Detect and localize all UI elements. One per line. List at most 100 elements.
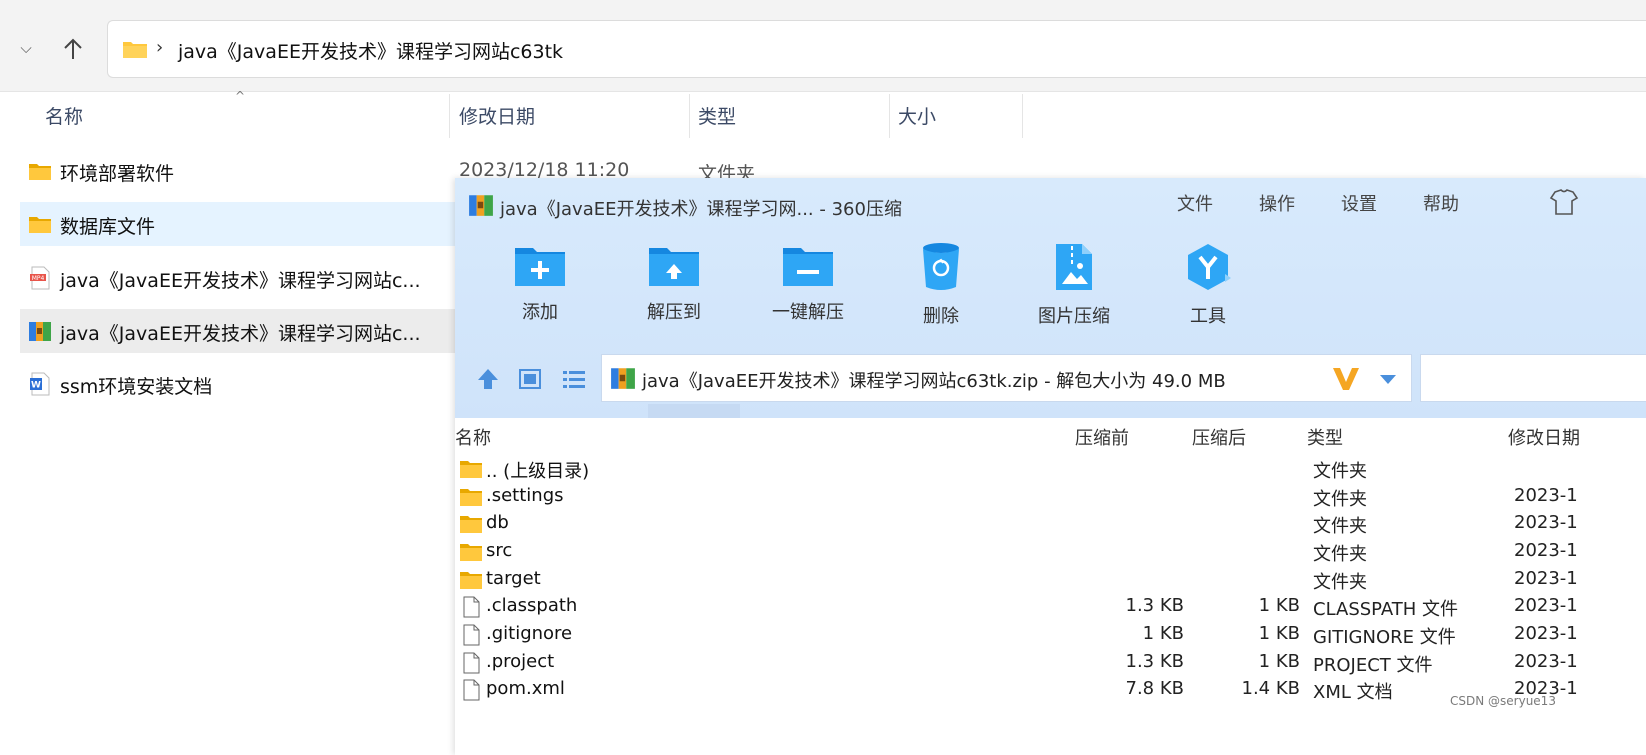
archive-entry-after: 1 KB (1258, 623, 1300, 644)
recycle-bin-icon (923, 243, 959, 290)
archive-entry-before: 1 KB (1142, 623, 1184, 644)
archive-row[interactable]: .classpath 1.3 KB 1 KB CLASSPATH 文件 2023… (455, 593, 1646, 621)
folder-icon (29, 217, 51, 233)
archive-entry-modified: 2023-1 (1514, 595, 1578, 616)
image-compress-icon (1056, 244, 1092, 290)
zip-archive-icon (29, 322, 51, 341)
menu-file[interactable]: 文件 (1177, 190, 1213, 216)
address-bar[interactable]: › java《JavaEE开发技术》课程学习网站c63tk (107, 20, 1646, 78)
archive-entry-modified: 2023-1 (1514, 485, 1578, 506)
svg-text:MP4: MP4 (32, 275, 45, 282)
file-icon (463, 624, 480, 646)
archive-row[interactable]: .. (上级目录) 文件夹 (455, 455, 1646, 483)
one-click-extract-button[interactable]: 一键解压 (753, 242, 863, 338)
column-header-size[interactable]: 大小 (898, 100, 936, 134)
file-list-item[interactable]: MP4 java《JavaEE开发技术》课程学习网站c... (20, 256, 455, 300)
zip-column-after[interactable]: 压缩后 (1192, 424, 1246, 450)
zip-column-before[interactable]: 压缩前 (1075, 424, 1129, 450)
archive-entry-type: 文件夹 (1313, 544, 1367, 565)
archive-entry-before: 1.3 KB (1125, 651, 1185, 672)
folder-icon (460, 572, 482, 589)
tools-label: 工具 (1190, 306, 1226, 327)
archive-entry-type: 文件夹 (1313, 461, 1367, 482)
archive-entry-modified: 2023-1 (1514, 540, 1578, 561)
file-icon (463, 652, 480, 674)
column-header-modified[interactable]: 修改日期 (459, 100, 535, 134)
quick-extract-folder-icon (783, 248, 833, 286)
folder-icon (29, 164, 51, 180)
tools-button[interactable]: 工具 (1153, 242, 1263, 338)
archive-entry-name: .project (486, 651, 555, 672)
column-divider[interactable] (889, 94, 890, 138)
extract-to-button[interactable]: 解压到 (619, 242, 729, 338)
column-divider[interactable] (1022, 94, 1023, 138)
zip-archive-icon (611, 368, 635, 389)
folder-icon (123, 42, 147, 58)
tools-hexagon-icon (1188, 244, 1231, 290)
vip-v-icon[interactable] (1330, 365, 1362, 393)
tab-indicator (648, 404, 740, 418)
archive-entry-modified: 2023-1 (1514, 512, 1578, 533)
archive-entry-after: 1 KB (1258, 651, 1300, 672)
zip-column-modified[interactable]: 修改日期 (1508, 424, 1580, 450)
folder-icon (460, 516, 482, 533)
extract-to-label: 解压到 (647, 302, 701, 323)
archive-entry-before: 7.8 KB (1125, 678, 1185, 699)
archive-entry-name: .. (上级目录) (486, 461, 590, 482)
file-list-item[interactable]: java《JavaEE开发技术》课程学习网站c... (20, 309, 455, 353)
recent-locations-chevron-icon[interactable]: ⌵ (16, 38, 36, 58)
archive-entry-name: src (486, 540, 513, 561)
up-arrow-icon[interactable] (58, 34, 88, 64)
column-divider[interactable] (689, 94, 690, 138)
file-name: 环境部署软件 (60, 163, 175, 185)
zip-header: java《JavaEE开发技术》课程学习网... - 360压缩 文件 操作 设… (455, 178, 1646, 418)
archive-row[interactable]: .project 1.3 KB 1 KB PROJECT 文件 2023-1 (455, 649, 1646, 677)
zip-column-name[interactable]: 名称 (455, 424, 491, 450)
archive-entry-after: 1.4 KB (1241, 678, 1301, 699)
archive-row[interactable]: src 文件夹 2023-1 (455, 538, 1646, 566)
breadcrumb-separator: › (156, 37, 164, 58)
image-compress-button[interactable]: 图片压缩 (1019, 242, 1129, 338)
up-level-arrow-icon[interactable] (475, 366, 501, 392)
list-view-icon[interactable] (561, 366, 587, 392)
thumbnail-view-icon[interactable] (517, 366, 543, 392)
extract-folder-icon (649, 248, 699, 286)
archive-path-text: java《JavaEE开发技术》课程学习网站c63tk.zip - 解包大小为 … (642, 371, 1226, 392)
archive-path-field[interactable]: java《JavaEE开发技术》课程学习网站c63tk.zip - 解包大小为 … (601, 354, 1412, 402)
file-list-item[interactable]: 环境部署软件 (20, 149, 455, 193)
search-field[interactable] (1420, 354, 1646, 402)
archive-entry-before: 1.3 KB (1125, 595, 1185, 616)
breadcrumb-current-folder[interactable]: java《JavaEE开发技术》课程学习网站c63tk (178, 37, 563, 64)
column-divider[interactable] (449, 94, 450, 138)
menu-help[interactable]: 帮助 (1423, 190, 1459, 216)
column-header-type[interactable]: 类型 (698, 100, 736, 134)
archive-row[interactable]: target 文件夹 2023-1 (455, 566, 1646, 594)
sort-ascending-icon: ^ (235, 89, 246, 103)
skin-shirt-icon[interactable] (1549, 188, 1579, 216)
archive-entry-type: XML 文档 (1313, 682, 1393, 703)
archive-entry-name: .settings (486, 485, 564, 506)
column-header-name[interactable]: 名称 (45, 100, 83, 134)
file-list-item[interactable]: 数据库文件 (20, 202, 455, 246)
menu-settings[interactable]: 设置 (1341, 190, 1377, 216)
dropdown-arrow-icon[interactable] (1374, 365, 1402, 393)
archive-row[interactable]: .gitignore 1 KB 1 KB GITIGNORE 文件 2023-1 (455, 621, 1646, 649)
zip-column-type[interactable]: 类型 (1307, 424, 1343, 450)
archive-row[interactable]: .settings 文件夹 2023-1 (455, 483, 1646, 511)
add-label: 添加 (522, 302, 558, 323)
archive-row[interactable]: db 文件夹 2023-1 (455, 510, 1646, 538)
delete-button[interactable]: 删除 (886, 242, 996, 338)
file-name: java《JavaEE开发技术》课程学习网站c... (60, 270, 421, 292)
watermark-text: CSDN @seryue13 (1450, 694, 1556, 708)
file-list-item[interactable]: W ssm环境安装文档 (20, 362, 455, 406)
menu-operation[interactable]: 操作 (1259, 190, 1295, 216)
file-name: 数据库文件 (60, 216, 156, 238)
explorer-address-area: ⌵ › java《JavaEE开发技术》课程学习网站c63tk (0, 0, 1646, 92)
add-button[interactable]: 添加 (485, 242, 595, 338)
folder-icon (460, 544, 482, 561)
archive-entry-name: .gitignore (486, 623, 573, 644)
file-icon (463, 679, 480, 701)
window-title: java《JavaEE开发技术》课程学习网... - 360压缩 (500, 199, 902, 220)
archive-entry-name: target (486, 568, 541, 589)
archive-entry-type: 文件夹 (1313, 572, 1367, 593)
